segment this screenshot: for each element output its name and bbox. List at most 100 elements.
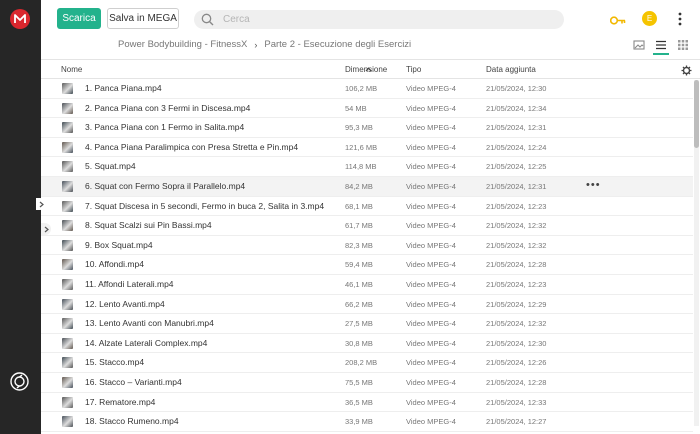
table-row[interactable]: 12. Lento Avanti.mp4 66,2 MB Video MPEG-4 2…: [41, 295, 693, 315]
file-type: Video MPEG-4: [406, 377, 456, 387]
search-bar[interactable]: [194, 10, 564, 29]
file-date: 21/05/2024, 12:30: [486, 338, 547, 348]
column-header-size[interactable]: Dimensione: [345, 65, 387, 74]
column-header-type[interactable]: Tipo: [406, 65, 421, 74]
file-type: Video MPEG-4: [406, 299, 456, 309]
key-icon[interactable]: [609, 12, 626, 30]
table-row[interactable]: 15. Stacco.mp4 208,2 MB Video MPEG-4 21/05/…: [41, 353, 693, 373]
table-row[interactable]: 8. Squat Scalzi sui Pin Bassi.mp4 61,7 MB…: [41, 216, 693, 236]
video-thumbnail: [62, 259, 73, 271]
video-thumbnail: [62, 161, 73, 173]
file-type: Video MPEG-4: [406, 358, 456, 368]
file-name[interactable]: 14. Alzate Laterali Complex.mp4: [85, 338, 207, 348]
file-type: Video MPEG-4: [406, 279, 456, 289]
save-to-mega-button[interactable]: Salva in MEGA: [107, 8, 179, 29]
table-row[interactable]: 17. Rematore.mp4 36,5 MB Video MPEG-4 21/05…: [41, 393, 693, 413]
file-size: 27,5 MB: [345, 319, 373, 329]
file-date: 21/05/2024, 12:23: [486, 279, 547, 289]
file-name[interactable]: 9. Box Squat.mp4: [85, 240, 153, 250]
file-name[interactable]: 17. Rematore.mp4: [85, 397, 155, 407]
table-row[interactable]: 4. Panca Piana Paralimpica con Presa Str…: [41, 138, 693, 158]
file-size: 33,9 MB: [345, 417, 373, 427]
file-size: 66,2 MB: [345, 299, 373, 309]
file-size: 95,3 MB: [345, 123, 373, 133]
video-thumbnail: [62, 180, 73, 192]
video-thumbnail: [62, 298, 73, 310]
video-thumbnail: [62, 141, 73, 153]
scrollbar-thumb[interactable]: [694, 80, 699, 148]
file-date: 21/05/2024, 12:25: [486, 162, 547, 172]
file-name[interactable]: 5. Squat.mp4: [85, 161, 136, 171]
file-date: 21/05/2024, 12:23: [486, 201, 547, 211]
file-size: 61,7 MB: [345, 221, 373, 231]
list-view-icon[interactable]: [654, 38, 668, 52]
file-type: Video MPEG-4: [406, 162, 456, 172]
file-name[interactable]: 7. Squat Discesa in 5 secondi, Fermo in …: [85, 201, 324, 211]
file-name[interactable]: 12. Lento Avanti.mp4: [85, 299, 165, 309]
file-size: 46,1 MB: [345, 279, 373, 289]
file-name[interactable]: 11. Affondi Laterali.mp4: [85, 279, 174, 289]
file-type: Video MPEG-4: [406, 260, 456, 270]
file-type: Video MPEG-4: [406, 84, 456, 93]
column-header-date[interactable]: Data aggiunta: [486, 65, 536, 74]
table-row[interactable]: 3. Panca Piana con 1 Fermo in Salita.mp4…: [41, 118, 693, 138]
file-type: Video MPEG-4: [406, 397, 456, 407]
video-thumbnail: [62, 357, 73, 369]
table-row[interactable]: 14. Alzate Laterali Complex.mp4 30,8 MB Vi…: [41, 334, 693, 354]
sync-icon[interactable]: [10, 372, 29, 391]
avatar[interactable]: E: [642, 11, 657, 26]
file-size: 82,3 MB: [345, 240, 373, 250]
table-row[interactable]: 11. Affondi Laterali.mp4 46,1 MB Video MPE…: [41, 275, 693, 295]
table-row[interactable]: 10. Affondi.mp4 59,4 MB Video MPEG-4 21/05/…: [41, 255, 693, 275]
mega-folder-link-app: Scarica Salva in MEGA E Power Bodybuildi…: [0, 0, 700, 434]
file-date: 21/05/2024, 12:24: [486, 142, 547, 152]
table-row[interactable]: 7. Squat Discesa in 5 secondi, Fermo in …: [41, 197, 693, 217]
table-row[interactable]: 18. Stacco Rumeno.mp4 33,9 MB Video MPEG-4…: [41, 412, 693, 432]
table-row[interactable]: 2. Panca Piana con 3 Fermi in Discesa.mp…: [41, 99, 693, 119]
thumbnail-view-icon[interactable]: [632, 38, 646, 52]
column-header-name[interactable]: Nome: [61, 65, 82, 74]
video-thumbnail: [62, 416, 73, 428]
file-name[interactable]: 2. Panca Piana con 3 Fermi in Discesa.mp…: [85, 103, 250, 113]
table-row[interactable]: 9. Box Squat.mp4 82,3 MB Video MPEG-4 21/05…: [41, 236, 693, 256]
file-date: 21/05/2024, 12:33: [486, 397, 547, 407]
kebab-menu-icon[interactable]: [677, 11, 683, 27]
active-view-indicator: [653, 53, 669, 55]
file-date: 21/05/2024, 12:34: [486, 103, 547, 113]
file-name[interactable]: 16. Stacco – Varianti.mp4: [85, 377, 182, 387]
file-name[interactable]: 8. Squat Scalzi sui Pin Bassi.mp4: [85, 220, 212, 230]
file-date: 21/05/2024, 12:30: [486, 84, 547, 93]
file-name[interactable]: 10. Affondi.mp4: [85, 259, 144, 269]
grid-view-icon[interactable]: [676, 38, 690, 52]
download-button[interactable]: Scarica: [57, 8, 101, 29]
file-type: Video MPEG-4: [406, 319, 456, 329]
file-size: 121,6 MB: [345, 142, 378, 152]
video-thumbnail: [62, 102, 73, 114]
table-row[interactable]: 13. Lento Avanti con Manubri.mp4 27,5 MB V…: [41, 314, 693, 334]
file-name[interactable]: 4. Panca Piana Paralimpica con Presa Str…: [85, 142, 298, 152]
video-thumbnail: [62, 83, 73, 94]
scrollbar[interactable]: [694, 80, 699, 426]
video-thumbnail: [62, 122, 73, 134]
search-input[interactable]: [223, 13, 543, 26]
table-row[interactable]: 16. Stacco – Varianti.mp4 75,5 MB Video MP…: [41, 373, 693, 393]
table-row[interactable]: 5. Squat.mp4 114,8 MB Video MPEG-4 21/05/20…: [41, 157, 693, 177]
file-size: 208,2 MB: [345, 358, 378, 368]
file-date: 21/05/2024, 12:32: [486, 319, 547, 329]
video-thumbnail: [62, 376, 73, 388]
mega-logo-icon[interactable]: [10, 9, 30, 29]
table-row[interactable]: 6. Squat con Fermo Sopra il Parallelo.mp…: [41, 176, 693, 197]
more-options-icon[interactable]: •••: [586, 179, 601, 191]
breadcrumb-parent[interactable]: Power Bodybuilding - FitnessX: [118, 39, 247, 50]
file-name[interactable]: 13. Lento Avanti con Manubri.mp4: [85, 318, 214, 328]
file-list: 1. Panca Piana.mp4 106,2 MB Video MPEG-4 21…: [41, 79, 693, 434]
file-type: Video MPEG-4: [406, 417, 456, 427]
file-name[interactable]: 18. Stacco Rumeno.mp4: [85, 416, 179, 426]
file-name[interactable]: 6. Squat con Fermo Sopra il Parallelo.mp…: [85, 181, 245, 191]
table-row[interactable]: 1. Panca Piana.mp4 106,2 MB Video MPEG-4 21…: [41, 79, 693, 99]
file-name[interactable]: 3. Panca Piana con 1 Fermo in Salita.mp4: [85, 122, 244, 132]
file-name[interactable]: 15. Stacco.mp4: [85, 357, 144, 367]
search-icon: [201, 13, 214, 31]
file-type: Video MPEG-4: [406, 338, 456, 348]
file-name[interactable]: 1. Panca Piana.mp4: [85, 83, 162, 93]
